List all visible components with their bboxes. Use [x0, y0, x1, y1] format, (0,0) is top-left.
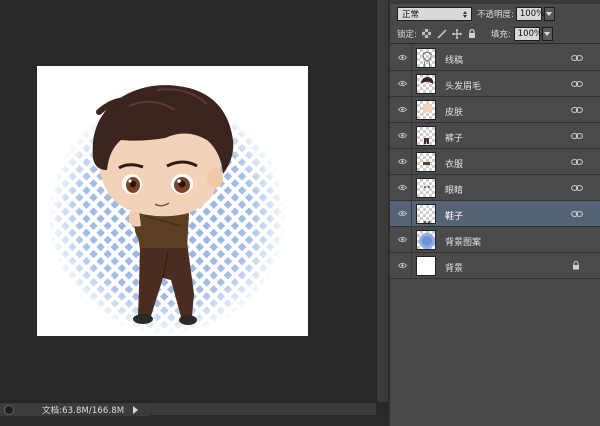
- layer-name[interactable]: 眼睛: [445, 183, 463, 196]
- visibility-eye-icon[interactable]: [398, 235, 407, 244]
- status-expand-arrow-icon[interactable]: [133, 405, 139, 414]
- visibility-column-divider: [411, 71, 412, 97]
- layer-thumbnail[interactable]: [416, 204, 436, 224]
- visibility-eye-icon[interactable]: [398, 209, 407, 218]
- visibility-eye-icon[interactable]: [398, 131, 407, 140]
- layer-thumbnail[interactable]: [416, 126, 436, 146]
- layer-name[interactable]: 背景: [445, 261, 463, 274]
- visibility-column-divider: [411, 227, 412, 253]
- opacity-input[interactable]: 100%: [515, 7, 544, 21]
- visibility-eye-icon[interactable]: [398, 79, 407, 88]
- visibility-column-divider: [411, 45, 412, 71]
- layer-thumbnail[interactable]: [416, 230, 436, 250]
- layer-thumbnail[interactable]: [416, 74, 436, 94]
- visibility-column-divider: [411, 149, 412, 175]
- fill-dropdown-button[interactable]: [541, 26, 553, 41]
- visibility-eye-icon[interactable]: [398, 261, 407, 270]
- blend-mode-select[interactable]: 正常: [397, 7, 472, 21]
- layer-name[interactable]: 头发眉毛: [445, 79, 481, 92]
- status-bar: 文档:63.8M/166.8M: [0, 402, 150, 416]
- layer-row[interactable]: 线稿: [390, 45, 600, 71]
- lock-all-icon[interactable]: [467, 28, 477, 39]
- fill-label: 填充:: [490, 29, 511, 40]
- link-icon: [571, 184, 583, 192]
- layer-name[interactable]: 鞋子: [445, 209, 463, 222]
- layer-name[interactable]: 线稿: [445, 53, 463, 66]
- link-icon: [571, 106, 583, 114]
- visibility-column-divider: [411, 253, 412, 279]
- layer-name[interactable]: 裤子: [445, 131, 463, 144]
- canvas-workspace[interactable]: [0, 0, 376, 402]
- bottom-strip: [0, 416, 388, 426]
- link-icon: [571, 80, 583, 88]
- layer-name[interactable]: 背景图案: [445, 235, 481, 248]
- layer-list: 线稿头发眉毛皮肤裤子衣服眼睛鞋子背景图案背景: [390, 45, 600, 279]
- layer-lock-icon: [572, 261, 580, 270]
- lock-position-move-icon[interactable]: [451, 28, 462, 39]
- layer-name[interactable]: 衣服: [445, 157, 463, 170]
- layer-row[interactable]: 背景: [390, 253, 600, 279]
- visibility-eye-icon[interactable]: [398, 53, 407, 62]
- layer-thumbnail[interactable]: [416, 178, 436, 198]
- layer-thumbnail[interactable]: [416, 100, 436, 120]
- layer-row[interactable]: 鞋子: [390, 201, 600, 227]
- visibility-column-divider: [411, 123, 412, 149]
- layer-thumbnail[interactable]: [416, 256, 436, 276]
- status-menu-icon[interactable]: [4, 404, 14, 415]
- layer-row[interactable]: 眼睛: [390, 175, 600, 201]
- visibility-column-divider: [411, 175, 412, 201]
- lock-image-pixels-brush-icon[interactable]: [437, 29, 447, 39]
- visibility-eye-icon[interactable]: [398, 105, 407, 114]
- document-canvas[interactable]: [37, 66, 308, 336]
- layer-thumbnail[interactable]: [416, 152, 436, 172]
- lock-label: 锁定:: [397, 29, 417, 40]
- lock-row: 锁定: 填充: 100%: [390, 24, 600, 44]
- layer-row[interactable]: 皮肤: [390, 97, 600, 123]
- select-arrows-icon: [463, 10, 467, 18]
- layer-name[interactable]: 皮肤: [445, 105, 463, 118]
- visibility-column-divider: [411, 97, 412, 123]
- opacity-dropdown-button[interactable]: [543, 7, 555, 21]
- layers-panel: 正常 不透明度: 100% 锁定: 填充: 100% 线稿头发眉毛皮肤裤子衣服眼…: [388, 0, 600, 426]
- link-icon: [571, 132, 583, 140]
- visibility-eye-icon[interactable]: [398, 157, 407, 166]
- layer-row[interactable]: 背景图案: [390, 227, 600, 253]
- opacity-label: 不透明度:: [477, 10, 514, 20]
- link-icon: [571, 210, 583, 218]
- vertical-scrollbar[interactable]: [376, 0, 388, 402]
- blend-row: 正常 不透明度: 100%: [390, 4, 600, 24]
- horizontal-scrollbar[interactable]: [150, 403, 376, 415]
- visibility-eye-icon[interactable]: [398, 183, 407, 192]
- document-size-text: 文档:63.8M/166.8M: [42, 405, 125, 416]
- layer-row[interactable]: 头发眉毛: [390, 71, 600, 97]
- visibility-column-divider: [411, 201, 412, 227]
- blend-mode-value: 正常: [402, 10, 420, 20]
- fill-input[interactable]: 100%: [513, 26, 542, 41]
- chibi-illustration: [47, 85, 287, 336]
- layer-row[interactable]: 衣服: [390, 149, 600, 175]
- layer-row[interactable]: 裤子: [390, 123, 600, 149]
- link-icon: [571, 158, 583, 166]
- link-icon: [571, 54, 583, 62]
- lock-transparent-pixels-icon[interactable]: [422, 29, 432, 39]
- layer-thumbnail[interactable]: [416, 48, 436, 68]
